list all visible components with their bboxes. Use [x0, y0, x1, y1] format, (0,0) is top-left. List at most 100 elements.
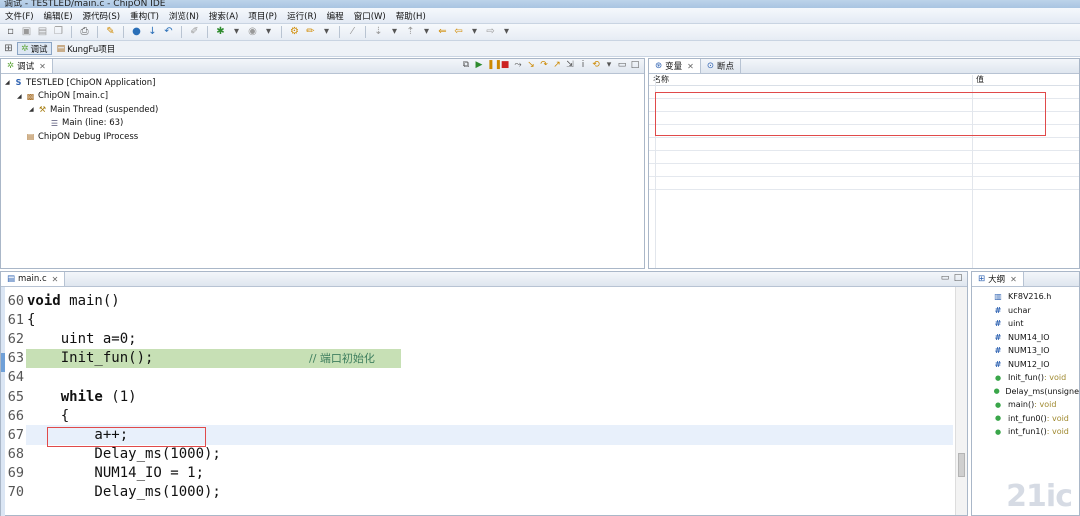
step-return-icon[interactable]: ↗: [552, 60, 562, 70]
menu-project[interactable]: 项目(P): [243, 10, 282, 22]
outline-item[interactable]: ● int_fun0() : void: [972, 412, 1079, 426]
debug-toolbar: ⧉ ▶ ❚❚ ■ ⤳ ↘ ↷ ↗ ⇲ ⅰ ⟲ ▾ ▭ □: [461, 60, 640, 70]
instruction-step-icon[interactable]: ⅰ: [578, 60, 588, 70]
perspective-debug[interactable]: ✲ 调试: [17, 42, 52, 55]
tree-item-process[interactable]: ▤ ChipON Debug IProcess: [5, 130, 644, 144]
menu-help[interactable]: 帮助(H): [391, 10, 431, 22]
scrollbar-thumb[interactable]: [958, 453, 965, 477]
outline-item[interactable]: ● Init_fun() : void: [972, 371, 1079, 385]
highlighter-icon[interactable]: ⁄: [346, 26, 359, 38]
tree-item-target[interactable]: ◢ ▩ ChipON [main.c]: [5, 90, 644, 104]
outline-item[interactable]: ● Delay_ms(unsigne: [972, 385, 1079, 399]
outline-item[interactable]: # NUM12_IO: [972, 358, 1079, 372]
remove-terminated-icon[interactable]: ⧉: [461, 60, 471, 70]
outline-item[interactable]: # NUM13_IO: [972, 344, 1079, 358]
menu-search[interactable]: 搜索(A): [204, 10, 243, 22]
dropdown-arrow-icon[interactable]: ▾: [230, 26, 243, 38]
outline-item-label: int_fun1(): [1008, 427, 1047, 437]
new-file-icon[interactable]: ▫: [4, 26, 17, 38]
maximize-icon[interactable]: □: [630, 60, 640, 70]
dropdown-arrow-icon[interactable]: ▾: [500, 26, 513, 38]
use-step-filters-icon[interactable]: ⟲: [591, 60, 601, 70]
variables-row[interactable]: [649, 164, 1079, 177]
menu-refactor[interactable]: 重构(T): [125, 10, 164, 22]
close-icon[interactable]: ✕: [1010, 275, 1017, 284]
save-icon[interactable]: ▣: [20, 26, 33, 38]
menu-navigate[interactable]: 浏览(N): [164, 10, 204, 22]
menu-window[interactable]: 窗口(W): [349, 10, 391, 22]
disconnect-icon[interactable]: ⤳: [513, 60, 523, 70]
outline-item[interactable]: ▥ KF8V216.h: [972, 290, 1079, 304]
build-brush-icon[interactable]: ✎: [104, 26, 117, 38]
variables-row[interactable]: [649, 138, 1079, 151]
terminate-icon[interactable]: ■: [500, 60, 510, 70]
code-line: 68 Delay_ms(1000);: [1, 445, 953, 464]
open-perspective-icon[interactable]: ⊞: [2, 43, 15, 55]
globe-icon[interactable]: ●: [130, 26, 143, 38]
resume-icon[interactable]: ▶: [474, 60, 484, 70]
next-annotation-icon[interactable]: ⇣: [372, 26, 385, 38]
dropdown-arrow-icon[interactable]: ▾: [262, 26, 275, 38]
maximize-icon[interactable]: □: [953, 273, 963, 283]
suspend-icon[interactable]: ❚❚: [487, 60, 502, 70]
save-all-icon[interactable]: ▤: [36, 26, 49, 38]
dropdown-arrow-icon[interactable]: ▾: [388, 26, 401, 38]
editor-vertical-scrollbar[interactable]: [955, 287, 967, 515]
print-icon[interactable]: ⎙: [78, 26, 91, 38]
perspective-kungfu[interactable]: ▤ KungFu项目: [54, 42, 119, 55]
minimize-icon[interactable]: ▭: [940, 273, 950, 283]
last-edit-icon[interactable]: ⇐: [436, 26, 449, 38]
tab-main-c[interactable]: ▤ main.c ✕: [1, 272, 66, 286]
close-icon[interactable]: ✕: [39, 62, 46, 71]
outline-item[interactable]: # uint: [972, 317, 1079, 331]
download-arrow-icon[interactable]: ↓: [146, 26, 159, 38]
tab-outline[interactable]: ⊞ 大纲 ✕: [972, 272, 1024, 286]
collapse-triangle-icon[interactable]: ◢: [17, 93, 25, 100]
debug-run-icon[interactable]: ✱: [214, 26, 227, 38]
back-arrow-icon[interactable]: ⇦: [452, 26, 465, 38]
variables-row[interactable]: [649, 151, 1079, 164]
code-text: Delay_ms(1000);: [27, 446, 221, 463]
forward-arrow-icon[interactable]: ⇨: [484, 26, 497, 38]
tree-item-thread[interactable]: ◢ ⚒ Main Thread (suspended): [5, 103, 644, 117]
copy-icon[interactable]: ❐: [52, 26, 65, 38]
prev-annotation-icon[interactable]: ⇡: [404, 26, 417, 38]
disabled-tool-icon[interactable]: ✐: [188, 26, 201, 38]
close-icon[interactable]: ✕: [687, 62, 694, 71]
close-icon[interactable]: ✕: [52, 275, 59, 284]
column-name[interactable]: 名称: [649, 74, 972, 85]
outline-item[interactable]: # uchar: [972, 304, 1079, 318]
tree-item-launch[interactable]: ◢ S TESTLED [ChipON Application]: [5, 76, 644, 90]
outline-item[interactable]: ● int_fun1() : void: [972, 425, 1079, 439]
variables-row[interactable]: [649, 177, 1079, 190]
outline-icon: ⊞: [978, 274, 986, 284]
dropdown-arrow-icon[interactable]: ▾: [320, 26, 333, 38]
menu-edit[interactable]: 编辑(E): [39, 10, 78, 22]
menu-run[interactable]: 运行(R): [282, 10, 322, 22]
outline-item[interactable]: # NUM14_IO: [972, 331, 1079, 345]
menu-program[interactable]: 编程: [322, 10, 349, 22]
pencil-tool-icon[interactable]: ✏: [304, 26, 317, 38]
undo-arrow-icon[interactable]: ↶: [162, 26, 175, 38]
external-tools-icon[interactable]: ⚙: [288, 26, 301, 38]
annotation-box-code: [47, 427, 206, 447]
tree-item-frame[interactable]: ☰ Main (line: 63): [5, 117, 644, 131]
outline-item[interactable]: ● main() : void: [972, 398, 1079, 412]
step-into-icon[interactable]: ↘: [526, 60, 536, 70]
menu-file[interactable]: 文件(F): [0, 10, 39, 22]
dropdown-arrow-icon[interactable]: ▾: [468, 26, 481, 38]
view-menu-icon[interactable]: ▾: [604, 60, 614, 70]
tab-breakpoints[interactable]: ⊙ 断点: [701, 59, 741, 73]
tab-variables[interactable]: ⊛ 变量 ✕: [649, 59, 701, 73]
run-icon[interactable]: ◉: [246, 26, 259, 38]
column-value[interactable]: 值: [972, 74, 984, 85]
step-over-icon[interactable]: ↷: [539, 60, 549, 70]
code-area[interactable]: 60 void main() 61 { 62 uint a=0; 63 Init…: [1, 291, 953, 515]
collapse-triangle-icon[interactable]: ◢: [29, 106, 37, 113]
collapse-triangle-icon[interactable]: ◢: [5, 79, 13, 86]
drop-to-frame-icon[interactable]: ⇲: [565, 60, 575, 70]
minimize-icon[interactable]: ▭: [617, 60, 627, 70]
dropdown-arrow-icon[interactable]: ▾: [420, 26, 433, 38]
tab-debug[interactable]: ✲ 调试 ✕: [1, 59, 53, 73]
menu-source[interactable]: 源代码(S): [78, 10, 126, 22]
